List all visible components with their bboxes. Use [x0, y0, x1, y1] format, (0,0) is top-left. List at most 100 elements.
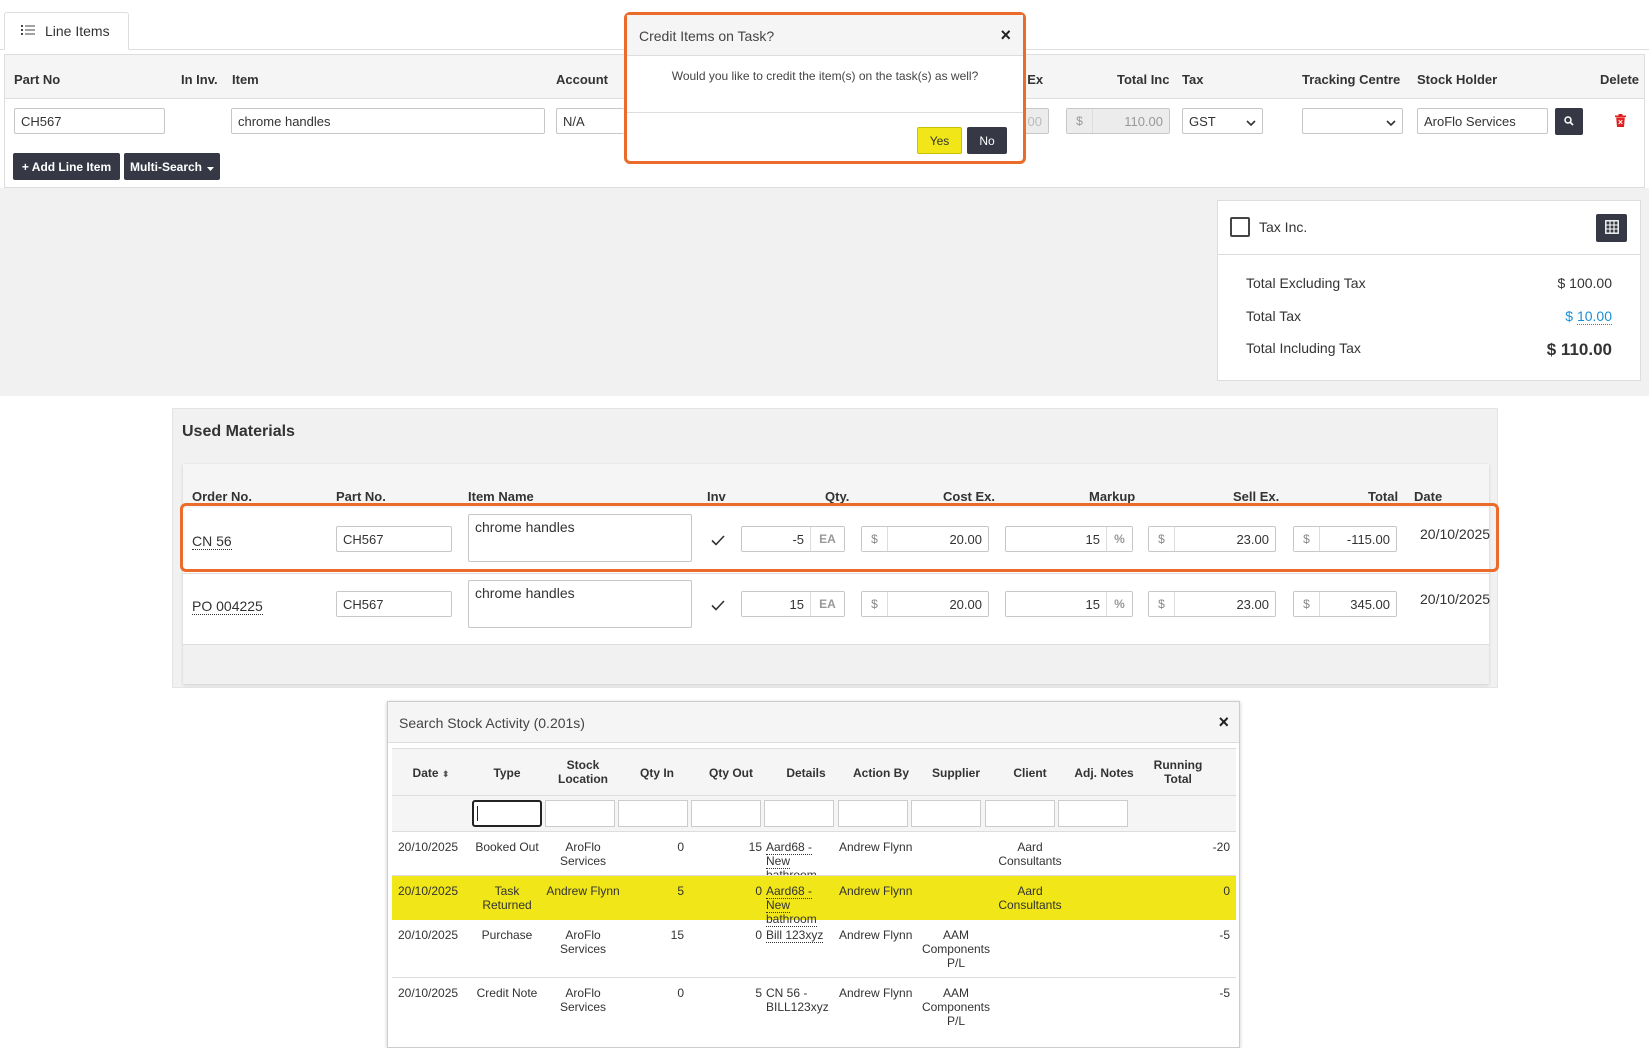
part-no-input[interactable]: CH567	[14, 108, 165, 134]
header-part-no: Part No.	[336, 489, 386, 504]
header-account: Account	[556, 72, 608, 87]
row-date: 20/10/2025	[398, 840, 459, 854]
stock-holder-search-button[interactable]	[1555, 108, 1583, 135]
header-delete: Delete	[1600, 72, 1640, 87]
header-date: Date	[1414, 489, 1443, 504]
filter-action-by-input[interactable]	[838, 800, 908, 827]
close-icon[interactable]: ×	[1000, 25, 1011, 46]
row-type: Task Returned	[482, 884, 532, 912]
tracking-centre-select[interactable]	[1302, 108, 1403, 134]
tab-line-items[interactable]: Line Items	[4, 12, 129, 50]
header-tracking-centre: Tracking Centre	[1302, 72, 1401, 87]
item-name-textarea[interactable]: chrome handles	[468, 580, 692, 628]
filter-qty-out-input[interactable]	[691, 800, 761, 827]
row-action-by: Andrew Flynn	[839, 884, 913, 898]
sell-ex-input[interactable]: $ 23.00	[1148, 591, 1276, 617]
col-details[interactable]: Details	[771, 766, 841, 780]
filter-client-input[interactable]	[985, 800, 1055, 827]
markup-input[interactable]: 15 %	[1005, 591, 1133, 617]
filter-stock-location-input[interactable]	[545, 800, 615, 827]
account-select[interactable]: N/A	[556, 108, 624, 134]
row-supplier: AAM Components P/L	[921, 986, 991, 1028]
row-qty-out: 5	[755, 986, 762, 1000]
row-running-total: -5	[1219, 928, 1230, 942]
row-running-total: -20	[1212, 840, 1230, 854]
add-line-item-button[interactable]: + Add Line Item	[13, 153, 120, 180]
chevron-down-icon	[1386, 114, 1396, 129]
col-running-total[interactable]: Running Total	[1146, 758, 1210, 786]
item-input[interactable]: chrome handles	[231, 108, 545, 134]
header-item-name: Item Name	[468, 489, 534, 504]
row-type: Booked Out	[475, 840, 539, 854]
total-value: 345.00	[1350, 596, 1390, 612]
row-qty-out: 0	[755, 884, 762, 898]
header-order-no: Order No.	[192, 489, 252, 504]
search-icon	[1564, 115, 1574, 129]
col-adj-notes[interactable]: Adj. Notes	[1068, 766, 1140, 780]
filter-details-input[interactable]	[764, 800, 834, 827]
header-inv: Inv	[707, 489, 726, 504]
check-icon	[711, 599, 725, 614]
used-materials-table: Order No. Part No. Item Name Inv Qty. Co…	[183, 464, 1490, 684]
row-qty-out: 0	[755, 928, 762, 942]
row-action-by: Andrew Flynn	[839, 986, 913, 1000]
col-stock-location[interactable]: Stock Location	[548, 758, 618, 786]
stock-activity-header-row: Date ⬍ Type Stock Location Qty In Qty Ou…	[392, 748, 1236, 796]
row-action-by: Andrew Flynn	[839, 928, 913, 942]
total-ex-value: $ 100.00	[1557, 275, 1613, 291]
row-details-text: Bill 123xyz	[766, 928, 824, 943]
filter-qty-in-input[interactable]	[618, 800, 688, 827]
row-qty-in: 15	[670, 928, 684, 942]
col-client[interactable]: Client	[995, 766, 1065, 780]
currency-symbol: $	[1067, 109, 1093, 133]
total-inc-value: $ 110.00	[1546, 340, 1612, 359]
calculator-button[interactable]	[1596, 214, 1627, 242]
row-supplier: AAM Components P/L	[921, 928, 991, 970]
header-part-no: Part No	[14, 72, 61, 87]
total-tax-amount: $ 10.00	[1565, 308, 1612, 325]
filter-type-input[interactable]	[472, 800, 542, 827]
col-date[interactable]: Date ⬍	[396, 766, 466, 781]
multi-search-button[interactable]: Multi-Search	[124, 153, 220, 180]
filter-supplier-input[interactable]	[911, 800, 981, 827]
header-tax: Tax	[1182, 72, 1204, 87]
total-tax-label: Total Tax	[1246, 308, 1301, 324]
order-no-link[interactable]: PO 004225	[192, 598, 263, 615]
row-location: AroFlo Services	[559, 928, 606, 956]
qty-value: 15	[789, 596, 804, 612]
cost-ex-input[interactable]: $ 20.00	[861, 591, 989, 617]
col-supplier[interactable]: Supplier	[921, 766, 991, 780]
stock-activity-header: Search Stock Activity (0.201s) ×	[388, 702, 1239, 743]
highlight-frame	[180, 503, 1499, 572]
col-qty-out[interactable]: Qty Out	[695, 766, 767, 780]
stock-holder-input[interactable]: AroFlo Services	[1417, 108, 1548, 134]
header-markup: Markup	[1089, 489, 1136, 504]
total-inc-value: 110.00	[1093, 109, 1169, 133]
qty-input[interactable]: 15 EA	[741, 591, 845, 617]
total-input[interactable]: $ 345.00	[1293, 591, 1397, 617]
row-details-link[interactable]: Bill 123xyz	[766, 928, 838, 943]
row-type: Purchase	[481, 928, 533, 942]
total-excluding-tax-row: Total Excluding Tax $ 100.00	[1246, 275, 1612, 291]
trash-icon[interactable]	[1615, 114, 1626, 130]
list-icon	[21, 23, 35, 39]
part-no-input[interactable]: CH567	[336, 591, 452, 617]
row-location: Andrew Flynn	[546, 884, 620, 898]
credit-items-dialog: Credit Items on Task? × Would you like t…	[624, 12, 1026, 164]
header-sell-ex: Sell Ex.	[1233, 489, 1280, 504]
col-action-by[interactable]: Action By	[843, 766, 919, 780]
row-action-by: Andrew Flynn	[839, 840, 913, 854]
tax-inc-checkbox[interactable]	[1230, 217, 1250, 237]
close-icon[interactable]: ×	[1218, 712, 1229, 733]
col-type[interactable]: Type	[469, 766, 545, 780]
table-row: 20/10/2025 Purchase AroFlo Services 15 0…	[392, 920, 1236, 977]
total-tax-link[interactable]: 10.00	[1576, 308, 1612, 325]
dialog-divider	[627, 112, 1023, 113]
col-qty-in[interactable]: Qty In	[622, 766, 692, 780]
row-location: AroFlo Services	[559, 986, 606, 1014]
yes-button[interactable]: Yes	[917, 127, 962, 154]
tax-select[interactable]: GST	[1182, 108, 1263, 134]
no-button[interactable]: No	[967, 127, 1007, 154]
filter-adj-notes-input[interactable]	[1058, 800, 1128, 827]
totals-panel: Tax Inc. Total Excluding Tax $ 100.00 To…	[1217, 200, 1641, 381]
